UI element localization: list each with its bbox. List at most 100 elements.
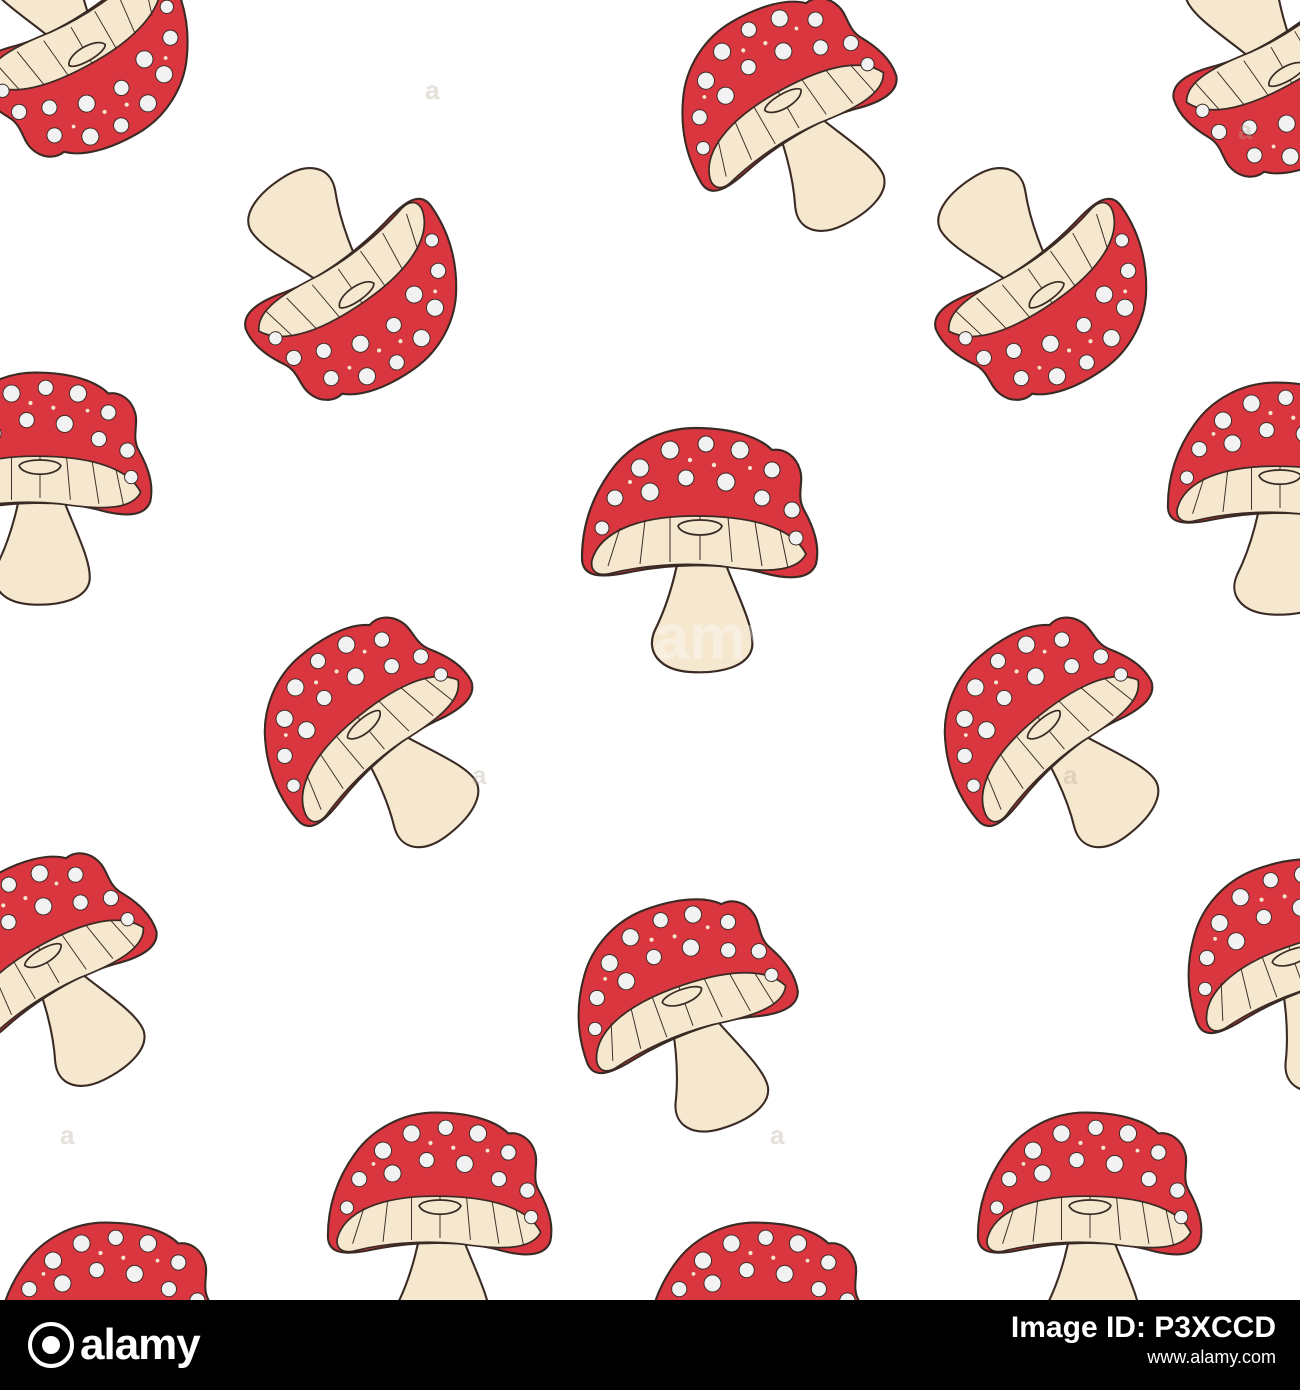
mushroom-dot (72, 1234, 91, 1253)
mushroom-dot (43, 1251, 63, 1270)
mushroom (326, 1111, 553, 1300)
mushroom-dot (810, 1281, 827, 1298)
mushroom (263, 616, 480, 849)
mushroom-dot (989, 1200, 1005, 1215)
mushroom (4, 1221, 210, 1300)
mushroom-dot (21, 1281, 38, 1298)
mushroom-dot (68, 384, 88, 403)
mushroom-collar (418, 1199, 462, 1216)
mushroom (580, 426, 819, 674)
mushroom-dot (455, 1154, 474, 1173)
mushroom-dot (468, 1124, 488, 1143)
mushroom-collar (1258, 469, 1300, 486)
mushroom-dot (124, 469, 139, 485)
mushroom-dot (693, 1251, 713, 1270)
mushroom-dot (125, 1264, 144, 1283)
mushroom-dot (500, 1144, 517, 1161)
mushroom-dot (18, 412, 35, 429)
mushroom-speckle (1078, 1140, 1083, 1146)
mushroom-dot (53, 1274, 72, 1293)
mushroom-speckle (1268, 410, 1273, 416)
mushroom-dot (1277, 389, 1294, 406)
mushroom-dot (738, 1262, 755, 1279)
mushroom-speckle (51, 405, 56, 410)
mushroom-dot (437, 1119, 454, 1136)
mushroom-dot (418, 1152, 435, 1169)
mushroom-speckle (691, 1272, 696, 1276)
mushroom (1172, 0, 1300, 178)
mushroom-dot (1052, 1124, 1071, 1143)
mushroom-dot (88, 1262, 105, 1279)
mushroom-dot (594, 520, 610, 536)
mushroom-dot (373, 1141, 393, 1160)
mushroom (654, 1221, 860, 1300)
mushroom-dot (671, 1281, 688, 1298)
mushroom-speckle (451, 1145, 456, 1150)
mushroom-dot (1242, 394, 1261, 413)
mushroom-speckle (805, 1258, 810, 1263)
mushroom-dot (660, 440, 680, 460)
mushroom-dot (703, 1274, 722, 1293)
alamy-logo: alamy (28, 1310, 201, 1380)
mushroom-dot (119, 442, 136, 459)
mushroom-dot (138, 1234, 158, 1253)
mushroom (1166, 381, 1300, 616)
mushroom-speckle (155, 1258, 160, 1263)
mushroom-speckle (41, 1272, 46, 1276)
mushroom-dot (753, 489, 771, 507)
mushroom-speckle (371, 1162, 376, 1166)
mushroom (976, 1111, 1203, 1300)
mushroom (681, 0, 898, 232)
mushroom-dot (677, 469, 695, 487)
mushroom-dot (519, 1182, 536, 1199)
mushroom-speckle (121, 1255, 126, 1260)
mushroom (0, 852, 158, 1087)
mushroom (943, 616, 1160, 849)
mushroom-dot (1150, 1144, 1167, 1161)
mushroom (934, 167, 1148, 401)
mushroom-speckle (1101, 1145, 1106, 1150)
mushroom-dot (524, 1209, 539, 1225)
mushroom-dot (757, 1229, 774, 1246)
mushroom-dot (2, 384, 21, 403)
mushroom-dot (820, 1254, 837, 1271)
mushroom-dot (351, 1171, 368, 1188)
mushroom-dot (339, 1200, 355, 1215)
alamy-logo-text: alamy (80, 1320, 201, 1369)
mushroom-speckle (1211, 432, 1216, 436)
mushroom-speckle (711, 462, 717, 468)
mushroom-speckle (771, 1255, 776, 1260)
mushroom-speckle (1291, 415, 1296, 420)
mushroom-dot (1033, 1164, 1052, 1183)
mushroom-dot (697, 435, 715, 453)
mushroom-speckle (85, 408, 90, 413)
image-id: Image ID: P3XCCD (1010, 1311, 1276, 1344)
mushroom (0, 371, 153, 606)
mushroom-dot (1118, 1124, 1138, 1143)
alamy-logo-mark (28, 1322, 74, 1368)
mushroom-speckle (1021, 1162, 1026, 1166)
mushroom-collar (18, 459, 62, 476)
mushroom (244, 167, 458, 401)
mushroom-speckle (98, 1250, 103, 1256)
mushroom-speckle (748, 466, 752, 470)
mushroom-dot (1179, 470, 1195, 485)
mushroom-dot (37, 379, 54, 396)
mushroom-dot (383, 1164, 402, 1183)
mushroom-dot (630, 458, 650, 478)
mushroom-dot (490, 1171, 507, 1188)
mushroom-dot (606, 489, 624, 507)
mushroom-collar (1068, 1199, 1112, 1216)
mushroom (0, 0, 189, 158)
mushroom-dot (716, 472, 736, 492)
mushroom-pattern-svg (0, 0, 1300, 1300)
mushroom-speckle (748, 1250, 753, 1256)
mushroom-dot (1068, 1152, 1085, 1169)
mushroom-dot (402, 1124, 421, 1143)
mushroom-dot (775, 1264, 794, 1283)
mushroom-dot (788, 1234, 808, 1253)
mushroom-dot (1087, 1119, 1104, 1136)
mushroom-speckle (628, 480, 632, 484)
stock-footer-bar: alamy Image ID: P3XCCD www.alamy.com (0, 1300, 1300, 1390)
mushroom-dot (788, 530, 804, 546)
